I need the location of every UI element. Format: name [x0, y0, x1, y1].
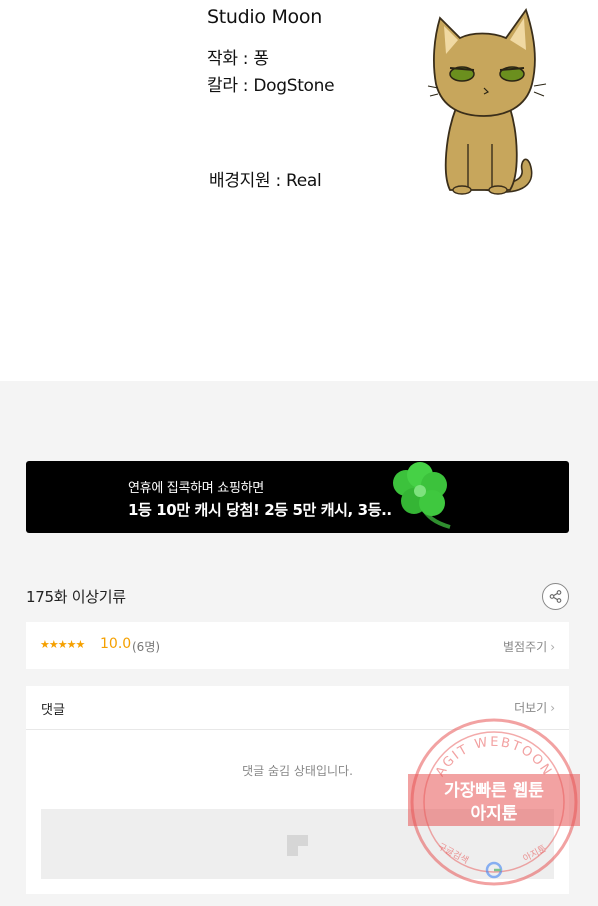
more-comments-button[interactable]: 더보기 › [514, 699, 555, 716]
google-icon [485, 861, 503, 879]
watermark-bottom-right: 아지툰 [521, 843, 548, 864]
chevron-right-icon: › [550, 640, 555, 654]
share-button[interactable] [542, 583, 569, 610]
comments-title: 댓글 [41, 703, 65, 718]
rating-stars: ★★★★★ [40, 638, 85, 651]
episode-title: 175화 이상기류 [26, 588, 126, 606]
chevron-right-icon: › [550, 701, 555, 715]
comic-credits-panel: Studio Moon 작화 : 퐁 칼라 : DogStone 배경지원 : … [0, 0, 598, 381]
rate-button[interactable]: 별점주기 › [503, 638, 555, 655]
ad-banner[interactable]: 연휴에 집콕하며 쇼핑하면 1등 10만 캐시 당첨! 2등 5만 캐시, 3등… [26, 461, 569, 533]
studio-name: Studio Moon [207, 6, 322, 28]
rating-card: ★★★★★ 10.0 (6명) 별점주기 › [26, 622, 569, 669]
svg-text:AGIT WEBTOON: AGIT WEBTOON [433, 735, 555, 780]
ad-placeholder-icon [287, 835, 308, 856]
share-icon [549, 590, 562, 603]
rating-count: (6명) [132, 640, 161, 654]
more-comments-label: 더보기 [514, 701, 548, 715]
watermark-bottom-left: 구글검색 [436, 840, 471, 866]
background-credit: 배경지원 : Real [209, 171, 322, 191]
rating-score: 10.0 [100, 636, 132, 652]
ad-banner-line2: 1등 10만 캐시 당첨! 2등 5만 캐시, 3등.. [128, 501, 392, 519]
ad-banner-line1: 연휴에 집콕하며 쇼핑하면 [128, 481, 264, 496]
artist-credit: 작화 : 퐁 [207, 49, 269, 69]
clover-icon [393, 462, 451, 529]
watermark-band-line1: 가장빠른 웹툰 [444, 781, 544, 801]
watermark-band-line2: 아지툰 [471, 804, 518, 824]
rate-button-label: 별점주기 [503, 640, 548, 654]
watermark-stamp: AGIT WEBTOON 가장빠른 웹툰 아지툰 구글검색 아지툰 [408, 718, 580, 886]
color-credit: 칼라 : DogStone [207, 76, 335, 96]
watermark-arc-text: AGIT WEBTOON [433, 735, 553, 780]
cat-illustration [427, 8, 547, 195]
